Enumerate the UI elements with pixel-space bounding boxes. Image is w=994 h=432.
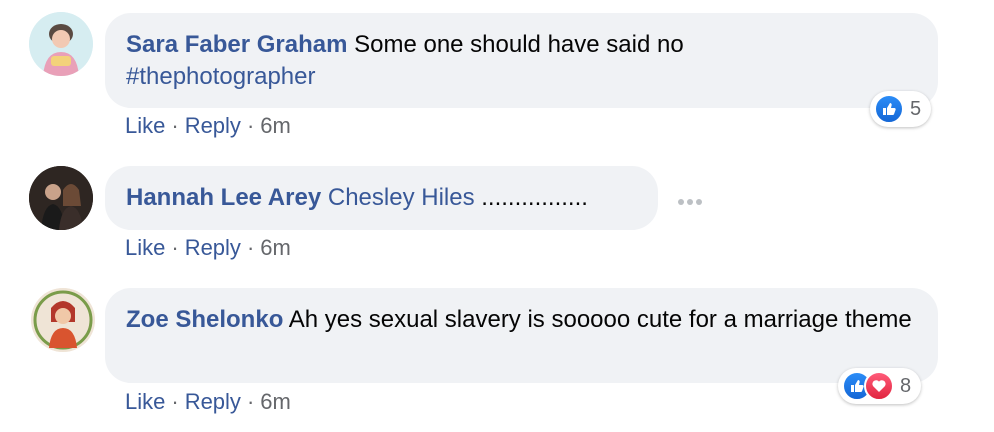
separator: · — [171, 235, 179, 260]
comment-actions: Like · Reply · 6m — [125, 387, 291, 417]
comment-bubble: Hannah Lee Arey Chesley Hiles ..........… — [105, 166, 658, 230]
avatar[interactable] — [31, 288, 95, 352]
comment-text: Some one should have said no — [354, 31, 684, 58]
comment-actions: Like · Reply · 6m — [125, 233, 291, 263]
like-button[interactable]: Like — [125, 389, 165, 414]
comment-item: Hannah Lee Arey Chesley Hiles ..........… — [0, 150, 994, 280]
reply-button[interactable]: Reply — [185, 235, 241, 260]
comment-text: Ah yes sexual slavery is sooooo cute for… — [288, 306, 912, 333]
comment-actions: Like · Reply · 6m — [125, 111, 291, 141]
separator: · — [171, 113, 179, 138]
reaction-count: 5 — [910, 97, 922, 120]
comment-item: Sara Faber Graham Some one should have s… — [0, 0, 994, 150]
comment-bubble: Sara Faber Graham Some one should have s… — [105, 13, 938, 108]
like-button[interactable]: Like — [125, 113, 165, 138]
love-icon — [864, 371, 894, 401]
separator: · — [246, 389, 255, 414]
avatar[interactable] — [29, 12, 93, 76]
reactions-summary[interactable]: 8 — [838, 368, 922, 404]
reply-button[interactable]: Reply — [185, 113, 241, 138]
comment-author-link[interactable]: Zoe Shelonko — [126, 306, 283, 333]
comment-item: Zoe Shelonko Ah yes sexual slavery is so… — [0, 280, 994, 432]
more-icon — [678, 199, 702, 205]
reply-button[interactable]: Reply — [185, 389, 241, 414]
timestamp[interactable]: 6m — [260, 235, 291, 260]
mention-link[interactable]: Chesley Hiles — [328, 184, 475, 211]
like-icon — [874, 94, 904, 124]
comment-author-link[interactable]: Hannah Lee Arey — [126, 184, 321, 211]
comment-author-link[interactable]: Sara Faber Graham — [126, 31, 347, 58]
separator: · — [246, 235, 255, 260]
timestamp[interactable]: 6m — [260, 389, 291, 414]
reactions-summary[interactable]: 5 — [870, 91, 932, 127]
more-options-button[interactable] — [673, 185, 707, 219]
comment-text: ................ — [481, 184, 588, 211]
avatar[interactable] — [29, 166, 93, 230]
hashtag-link[interactable]: #thephotographer — [126, 63, 316, 90]
like-button[interactable]: Like — [125, 235, 165, 260]
separator: · — [246, 113, 255, 138]
separator: · — [171, 389, 179, 414]
comment-bubble: Zoe Shelonko Ah yes sexual slavery is so… — [105, 288, 938, 383]
timestamp[interactable]: 6m — [260, 113, 291, 138]
reaction-count: 8 — [900, 374, 912, 397]
